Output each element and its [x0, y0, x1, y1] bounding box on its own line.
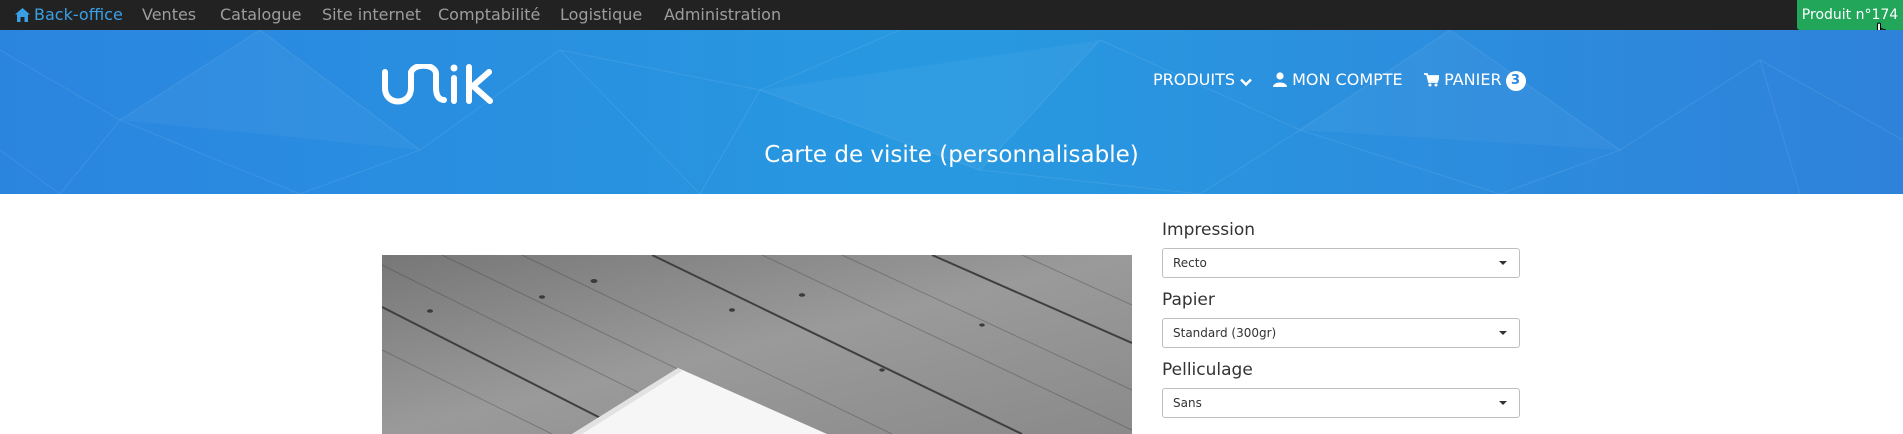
account-link-label: MON COMPTE	[1292, 70, 1403, 89]
products-menu[interactable]: PRODUITS	[1153, 60, 1252, 100]
caret-down-icon	[1499, 261, 1507, 265]
adminbar-item-comptabilite[interactable]: Comptabilité	[438, 0, 540, 30]
pelliculage-select[interactable]: Sans	[1162, 388, 1520, 418]
background-pattern	[0, 30, 1903, 194]
cart-count-badge: 3	[1505, 71, 1526, 91]
unik-logo[interactable]	[381, 64, 496, 106]
caret-down-icon	[1499, 331, 1507, 335]
caret-down-icon	[1499, 401, 1507, 405]
adminbar-item-ventes[interactable]: Ventes	[142, 0, 196, 30]
adminbar-item-back-office[interactable]: Back-office	[15, 0, 123, 30]
impression-select[interactable]: Recto	[1162, 248, 1520, 278]
papier-label: Papier	[1162, 290, 1215, 310]
hero-header: PRODUITS MON COMPTE PANIER 3 Carte de vis…	[0, 30, 1903, 194]
adminbar-item-catalogue[interactable]: Catalogue	[220, 0, 301, 30]
product-photo	[382, 255, 1132, 434]
papier-select-value: Standard (300gr)	[1173, 326, 1277, 340]
adminbar-item-site-internet[interactable]: Site internet	[322, 0, 421, 30]
impression-select-value: Recto	[1173, 256, 1207, 270]
adminbar-item-administration[interactable]: Administration	[664, 0, 781, 30]
pelliculage-select-value: Sans	[1173, 396, 1202, 410]
impression-label: Impression	[1162, 220, 1256, 240]
product-image	[382, 255, 1132, 434]
account-link[interactable]: MON COMPTE	[1273, 60, 1403, 100]
cart-link-label: PANIER	[1444, 70, 1502, 89]
admin-bar: Back-office Ventes Catalogue Site intern…	[0, 0, 1903, 44]
page-title: Carte de visite (personnalisable)	[764, 142, 1139, 168]
cart-link[interactable]: PANIER 3	[1424, 60, 1526, 100]
pelliculage-label: Pelliculage	[1162, 360, 1253, 380]
user-icon	[1273, 72, 1287, 87]
cart-icon	[1424, 73, 1441, 87]
chevron-down-icon	[1240, 78, 1252, 87]
adminbar-item-label: Back-office	[34, 5, 123, 24]
papier-select[interactable]: Standard (300gr)	[1162, 318, 1520, 348]
home-icon	[15, 8, 30, 22]
products-menu-label: PRODUITS	[1153, 70, 1236, 89]
adminbar-item-logistique[interactable]: Logistique	[560, 0, 642, 30]
